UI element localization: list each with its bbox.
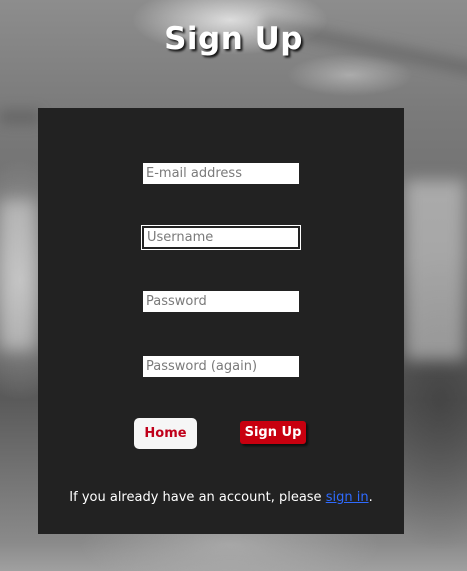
signin-prompt-prefix: If you already have an account, please [69,490,326,505]
background-pillar [0,200,35,350]
password-field[interactable] [142,290,300,313]
signin-link[interactable]: sign in [326,490,369,505]
background-pillar [405,180,465,360]
email-field[interactable] [142,162,300,185]
background-beam [0,110,40,124]
signin-prompt: If you already have an account, please s… [38,490,404,505]
username-field[interactable] [141,225,301,250]
page-title: Sign Up [164,21,303,57]
home-button[interactable]: Home [134,418,197,449]
password-again-field[interactable] [142,355,300,378]
signin-prompt-suffix: . [368,490,373,505]
signup-button[interactable]: Sign Up [240,421,306,444]
signup-form-panel: Home Sign Up If you already have an acco… [38,108,404,534]
